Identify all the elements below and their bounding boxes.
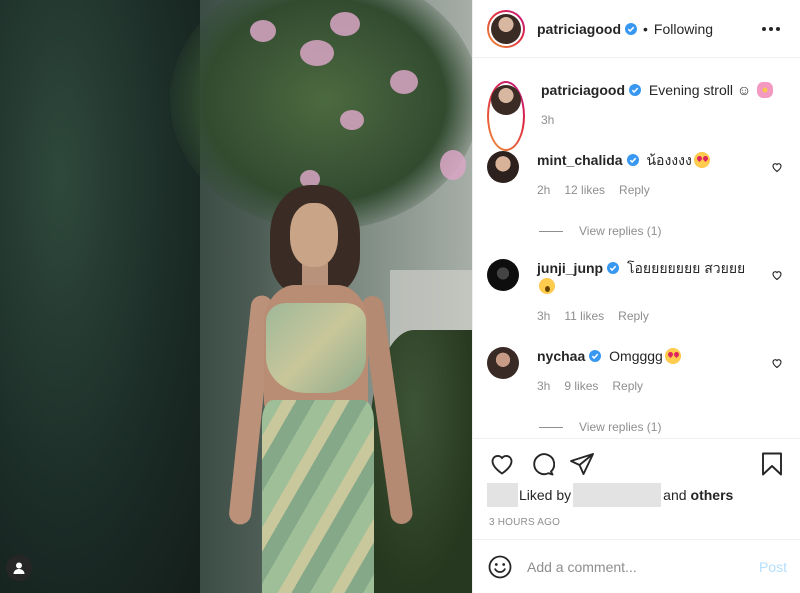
comment-username[interactable]: junji_junp xyxy=(537,260,603,276)
verified-badge-icon xyxy=(589,350,602,362)
comment-like-heart-icon[interactable] xyxy=(771,357,783,369)
verified-badge-icon xyxy=(607,262,620,274)
heart-eyes-emoji-icon xyxy=(664,348,681,364)
add-comment-bar: Post xyxy=(473,539,800,593)
follow-separator: • xyxy=(643,20,648,37)
photo-flower xyxy=(330,12,360,36)
verified-badge-icon xyxy=(626,154,639,166)
post-photo[interactable] xyxy=(0,0,472,593)
heart-eyes-emoji-icon xyxy=(693,152,710,168)
view-replies-button[interactable]: View replies (1) xyxy=(539,221,787,241)
reply-button[interactable]: Reply xyxy=(618,307,649,325)
caption-time[interactable]: 3h xyxy=(541,111,554,129)
comment-item: nychaa Omgggg 3h 9 likes Reply xyxy=(487,347,787,417)
commenter-avatar[interactable] xyxy=(487,151,519,183)
comment-text: โอยยยยยยย สวยยย xyxy=(627,260,746,276)
replies-divider xyxy=(539,230,563,232)
comment-username[interactable]: nychaa xyxy=(537,348,585,364)
liker-avatar-redacted xyxy=(487,483,518,507)
comment-text: Omgggg xyxy=(609,348,663,364)
astonished-emoji-icon xyxy=(539,278,555,294)
caption-username[interactable]: patriciagood xyxy=(541,82,625,98)
liked-by-label: Liked by xyxy=(519,487,572,503)
view-replies-label: View replies (1) xyxy=(579,224,662,238)
comment-item: junji_junp โอยยยยยยย สวยยย 3h 11 likes R… xyxy=(487,259,787,347)
comment-time[interactable]: 3h xyxy=(537,307,550,325)
post-actions: Liked by and others 3 HOURS AGO Post xyxy=(473,438,800,593)
photo-flower xyxy=(250,20,276,42)
photo-flower xyxy=(390,70,418,94)
photo-flower xyxy=(340,110,364,130)
post-caption: patriciagood Evening stroll ☺ 3h xyxy=(487,59,787,151)
comment-text: น้องงงง xyxy=(646,152,692,168)
smiley-icon[interactable] xyxy=(487,554,513,580)
comment-like-heart-icon[interactable] xyxy=(771,269,783,281)
photo-flower xyxy=(300,40,334,66)
comment-icon[interactable] xyxy=(529,451,555,477)
comment-likes[interactable]: 12 likes xyxy=(564,181,605,199)
reply-button[interactable]: Reply xyxy=(619,181,650,199)
comment-item: mint_chalida น้องงงง 2h 12 likes Reply xyxy=(487,151,787,221)
comment-likes[interactable]: 11 likes xyxy=(564,307,604,325)
heart-icon[interactable] xyxy=(489,451,515,477)
view-replies-label: View replies (1) xyxy=(579,420,662,434)
following-button[interactable]: Following xyxy=(654,21,713,37)
more-options-icon[interactable] xyxy=(756,21,786,37)
author-avatar[interactable] xyxy=(487,9,525,48)
author-username[interactable]: patriciagood xyxy=(537,21,621,37)
comment-like-heart-icon[interactable] xyxy=(771,161,783,173)
post-time-ago[interactable]: 3 HOURS AGO xyxy=(489,517,560,528)
photo-flower xyxy=(440,150,466,180)
verified-badge-icon xyxy=(625,22,638,35)
comments-list[interactable]: patriciagood Evening stroll ☺ 3h mint_ch… xyxy=(473,59,800,437)
reply-button[interactable]: Reply xyxy=(612,377,643,395)
post-header: patriciagood • Following xyxy=(473,0,800,58)
replies-divider xyxy=(539,426,563,428)
bookmark-icon[interactable] xyxy=(759,451,785,477)
caption-avatar[interactable] xyxy=(487,81,525,151)
and-label: and xyxy=(663,487,687,503)
commenter-avatar[interactable] xyxy=(487,347,519,379)
user-tag-icon[interactable] xyxy=(6,555,32,581)
comment-time[interactable]: 3h xyxy=(537,377,550,395)
comment-input[interactable] xyxy=(527,559,759,575)
post-comment-button[interactable]: Post xyxy=(759,559,787,575)
blossom-emoji-icon xyxy=(757,82,774,98)
liker-name-redacted[interactable] xyxy=(573,483,662,507)
comment-likes[interactable]: 9 likes xyxy=(564,377,598,395)
others-link[interactable]: others xyxy=(691,487,734,503)
photo-subject xyxy=(228,185,414,593)
caption-text: Evening stroll ☺ xyxy=(648,82,752,98)
comment-time[interactable]: 2h xyxy=(537,181,550,199)
comment-username[interactable]: mint_chalida xyxy=(537,152,623,168)
commenter-avatar[interactable] xyxy=(487,259,519,291)
likes-summary: Liked by and others xyxy=(487,483,733,507)
verified-badge-icon xyxy=(629,84,642,96)
view-replies-button[interactable]: View replies (1) xyxy=(539,417,787,437)
post-side-panel: patriciagood • Following patriciagood Ev… xyxy=(472,0,800,593)
paper-plane-icon[interactable] xyxy=(569,451,595,477)
